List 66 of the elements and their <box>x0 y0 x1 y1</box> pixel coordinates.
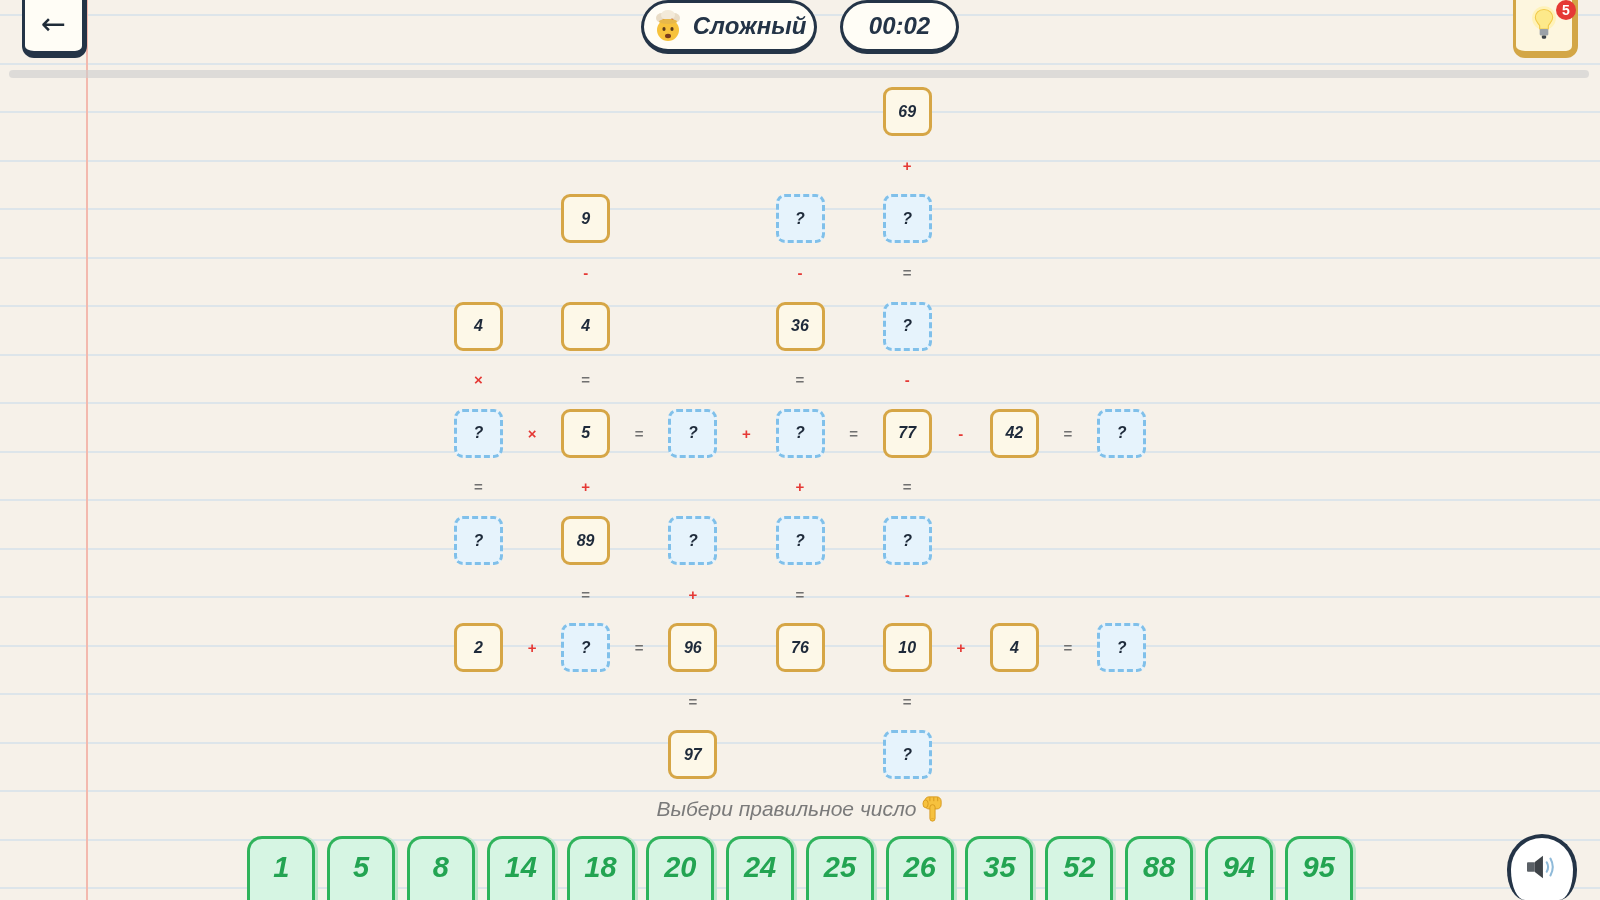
number-tile: 89 <box>561 516 611 566</box>
equals-sign: = <box>634 425 644 441</box>
operator-sign: + <box>581 479 590 495</box>
operator-sign: + <box>795 479 805 495</box>
number-tile: 77 <box>882 408 932 458</box>
answer-box[interactable]: ? <box>882 516 932 566</box>
equals-sign: = <box>849 425 858 441</box>
lightbulb-icon <box>1531 6 1557 41</box>
answer-box[interactable]: ? <box>453 408 503 458</box>
number-tile: 9 <box>561 194 611 244</box>
number-tile: 5 <box>561 408 611 458</box>
equals-sign: = <box>581 586 590 602</box>
difficulty-button[interactable]: Сложный <box>641 0 817 54</box>
pointing-down-hand-icon <box>922 795 944 822</box>
operator-sign: - <box>904 372 910 388</box>
number-tile: 96 <box>668 623 718 673</box>
back-button[interactable]: ← <box>22 0 87 58</box>
answer-box[interactable]: ? <box>775 516 825 566</box>
answer-box[interactable]: ? <box>882 730 932 780</box>
number-tile: 4 <box>989 623 1039 673</box>
operator-sign: - <box>904 586 910 602</box>
answer-box[interactable]: ? <box>882 301 932 351</box>
equals-sign: = <box>581 372 590 388</box>
number-tile: 97 <box>668 730 718 780</box>
sound-button[interactable] <box>1507 834 1577 900</box>
equals-sign: = <box>688 693 698 709</box>
answer-box[interactable]: ? <box>775 408 825 458</box>
operator-sign: × <box>474 372 483 388</box>
instruction-text: Выбери правильное число <box>656 795 917 822</box>
answer-box[interactable]: ? <box>775 194 825 244</box>
operator-sign: + <box>688 586 698 602</box>
timer: 00:02 <box>840 0 959 54</box>
answer-box[interactable]: ? <box>1097 623 1147 673</box>
operator-sign: × <box>527 425 537 441</box>
hint-button[interactable]: 5 <box>1513 0 1578 58</box>
equals-sign: = <box>795 372 805 388</box>
operator-sign: + <box>742 425 751 441</box>
operator-sign: - <box>797 265 803 281</box>
answer-box[interactable]: ? <box>561 623 611 673</box>
equals-sign: = <box>1063 425 1073 441</box>
equals-sign: = <box>1063 640 1073 656</box>
operator-sign: + <box>527 640 537 656</box>
answer-box[interactable]: ? <box>1097 408 1147 458</box>
operator-sign: + <box>902 157 912 173</box>
operator-sign: - <box>583 265 589 281</box>
operator-sign: + <box>956 640 966 656</box>
operator-sign: - <box>958 425 964 441</box>
number-tile: 10 <box>882 623 932 673</box>
number-tile: 76 <box>775 623 825 673</box>
answer-box[interactable]: ? <box>882 194 932 244</box>
number-tile: 2 <box>453 623 503 673</box>
number-tile: 4 <box>453 301 503 351</box>
hint-count-badge: 5 <box>1556 0 1576 20</box>
equals-sign: = <box>902 693 912 709</box>
equals-sign: = <box>795 586 805 602</box>
answer-box[interactable]: ? <box>668 516 718 566</box>
answer-box[interactable]: ? <box>453 516 503 566</box>
number-tile: 69 <box>882 87 932 137</box>
number-tile: 4 <box>561 301 611 351</box>
equals-sign: = <box>474 479 483 495</box>
equals-sign: = <box>902 265 912 281</box>
answer-box[interactable]: ? <box>668 408 718 458</box>
number-tile: 36 <box>775 301 825 351</box>
equals-sign: = <box>902 479 912 495</box>
number-tile: 42 <box>989 408 1039 458</box>
equals-sign: = <box>634 640 644 656</box>
